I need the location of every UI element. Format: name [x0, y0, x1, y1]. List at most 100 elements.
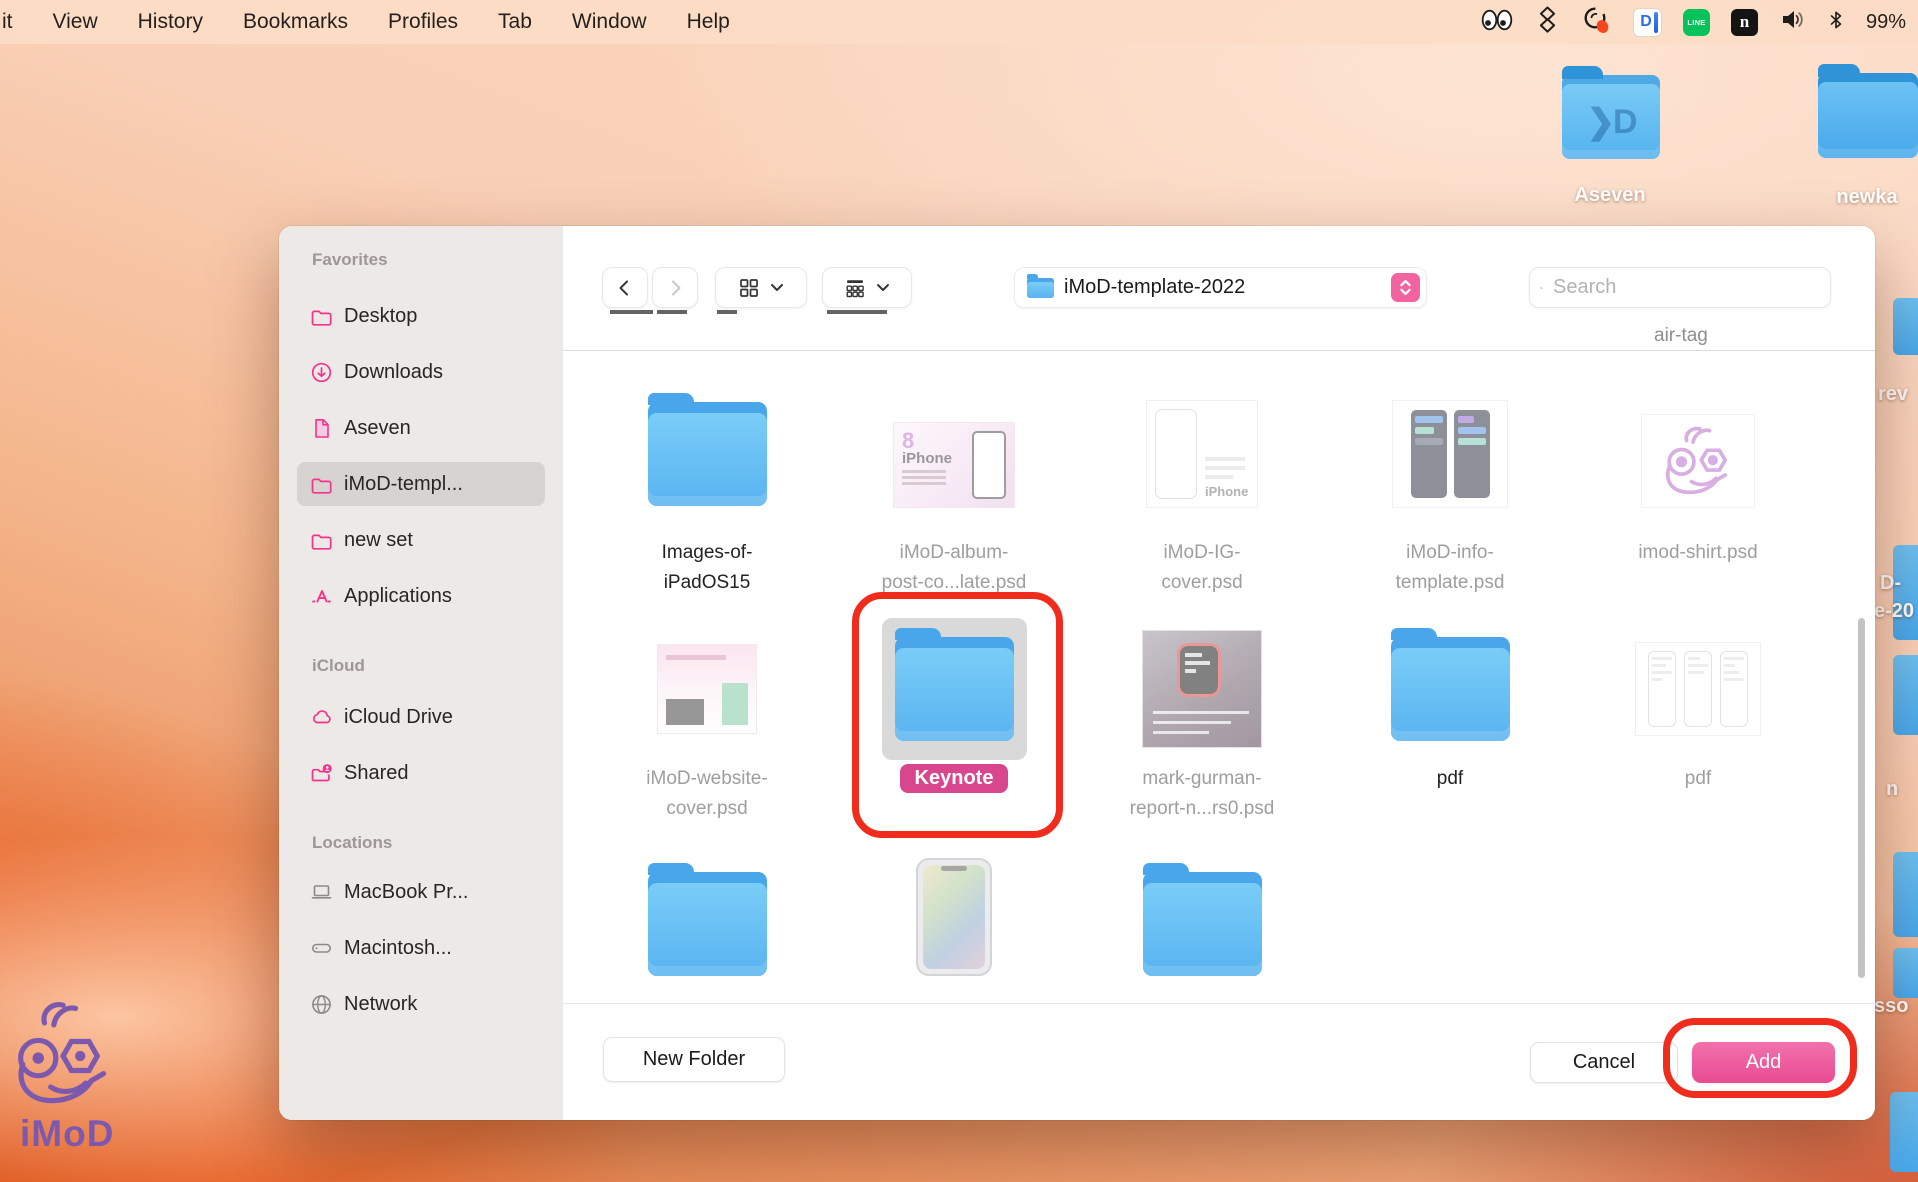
- shared-folder-icon: [310, 762, 333, 785]
- file-item-imod-album-psd[interactable]: 8iPhone iMoD-album-post-co...late.psd: [854, 392, 1054, 598]
- desktop-icon-aseven[interactable]: ❯D: [1562, 75, 1660, 159]
- image-thumbnail: [916, 858, 992, 976]
- folder-emboss-logo: ❯D: [1562, 84, 1660, 159]
- sidebar-item-applications[interactable]: Applications: [297, 574, 545, 618]
- sidebar-item-label: Applications: [344, 585, 452, 608]
- clipped-desktop-label: sso: [1874, 995, 1908, 1018]
- sidebar-item-imod-template[interactable]: iMoD-templ...: [297, 462, 545, 506]
- file-item-images-of-ipados15[interactable]: Images-of-iPadOS15: [607, 392, 807, 598]
- sidebar-item-shared[interactable]: Shared: [297, 751, 545, 795]
- file-item-pdf-document[interactable]: pdf: [1598, 618, 1798, 794]
- file-item-folder[interactable]: [1102, 856, 1302, 976]
- folder-icon: [310, 305, 333, 328]
- clipped-desktop-folder[interactable]: [1890, 1092, 1918, 1172]
- volume-icon[interactable]: [1779, 6, 1806, 38]
- menu-item-history[interactable]: History: [138, 10, 203, 34]
- sidebar-item-label: Desktop: [344, 305, 417, 328]
- line-app-icon[interactable]: LINE: [1683, 9, 1710, 36]
- clipped-file-label: air-tag: [1654, 325, 1708, 347]
- sidebar-section-locations: Locations: [312, 833, 392, 853]
- menu-item-edit-partial[interactable]: it: [2, 10, 13, 34]
- location-dropdown[interactable]: iMoD-template-2022: [1014, 267, 1427, 308]
- toolbar-divider: [563, 350, 1875, 351]
- psd-thumbnail: [657, 644, 757, 734]
- file-item-imod-info-template-psd[interactable]: iMoD-info-template.psd: [1350, 392, 1550, 598]
- annotation-circle-add: [1663, 1018, 1857, 1098]
- file-name: Images-of-: [662, 538, 753, 568]
- file-item-mark-gurman-psd[interactable]: mark-gurman-report-n...rs0.psd: [1102, 618, 1302, 824]
- menu-item-profiles[interactable]: Profiles: [388, 10, 458, 34]
- sidebar-item-network[interactable]: Network: [297, 982, 545, 1026]
- menu-item-bookmarks[interactable]: Bookmarks: [243, 10, 348, 34]
- eyes-icon[interactable]: [1480, 7, 1514, 38]
- dropdown-stepper-icon: [1391, 273, 1420, 302]
- file-name: iPadOS15: [662, 568, 753, 598]
- clipped-label-fragment: [657, 310, 687, 314]
- sidebar-item-aseven[interactable]: Aseven: [297, 406, 545, 450]
- sidebar-item-label: Downloads: [344, 361, 443, 384]
- location-dropdown-value: iMoD-template-2022: [1064, 276, 1391, 299]
- clipped-desktop-folder[interactable]: [1893, 948, 1918, 998]
- sidebar-item-downloads[interactable]: Downloads: [297, 350, 545, 394]
- forward-button[interactable]: [652, 267, 698, 308]
- documents-app-icon[interactable]: D: [1633, 8, 1662, 37]
- psd-thumbnail: 8iPhone: [893, 422, 1015, 508]
- notion-app-icon[interactable]: n: [1731, 9, 1758, 36]
- menu-item-tab[interactable]: Tab: [498, 10, 532, 34]
- imod-mascot-logo: [8, 998, 112, 1114]
- file-item-imod-shirt-psd[interactable]: imod-shirt.psd: [1598, 392, 1798, 568]
- sidebar-item-label: MacBook Pr...: [344, 881, 469, 904]
- file-name: pdf: [1685, 764, 1711, 794]
- clipped-desktop-label: D-: [1880, 572, 1901, 595]
- sidebar-item-label: new set: [344, 529, 413, 552]
- menu-item-window[interactable]: Window: [572, 10, 647, 34]
- chevron-down-icon: [770, 283, 784, 293]
- chevron-down-icon: [876, 283, 890, 293]
- search-input[interactable]: [1551, 275, 1820, 300]
- file-item-imod-website-cover-psd[interactable]: iMoD-website-cover.psd: [607, 618, 807, 824]
- file-name: cover.psd: [1161, 568, 1242, 598]
- psd-thumbnail: [1641, 414, 1755, 508]
- back-button[interactable]: [602, 267, 648, 308]
- clipped-desktop-label: n: [1886, 778, 1898, 801]
- icon-view-button[interactable]: [715, 267, 807, 308]
- new-folder-button[interactable]: New Folder: [603, 1037, 785, 1082]
- desktop-icon-label: Aseven: [1552, 184, 1668, 207]
- clipped-label-fragment: [610, 310, 653, 314]
- bluetooth-icon[interactable]: [1827, 7, 1845, 38]
- download-icon: [310, 361, 333, 384]
- menu-item-view[interactable]: View: [53, 10, 98, 34]
- tweetbot-icon[interactable]: [1581, 5, 1612, 40]
- clipped-desktop-folder[interactable]: [1893, 852, 1918, 937]
- search-field[interactable]: [1529, 267, 1831, 308]
- folder-icon: [1818, 73, 1918, 158]
- vertical-scrollbar[interactable]: [1858, 618, 1865, 978]
- clipped-desktop-folder[interactable]: [1893, 298, 1918, 355]
- sidebar-item-new-set[interactable]: new set: [297, 518, 545, 562]
- file-name: iMoD-info-: [1396, 538, 1505, 568]
- clipped-label-fragment: [827, 310, 887, 314]
- sidebar-item-desktop[interactable]: Desktop: [297, 294, 545, 338]
- file-item-iphone-image[interactable]: [854, 856, 1054, 976]
- sidebar-item-label: iMoD-templ...: [344, 473, 463, 496]
- clipped-desktop-folder[interactable]: [1893, 655, 1918, 735]
- file-item-folder[interactable]: [607, 856, 807, 976]
- sidebar-item-macbook[interactable]: MacBook Pr...: [297, 870, 545, 914]
- psd-thumbnail: [1142, 630, 1262, 748]
- folder-icon: [310, 473, 333, 496]
- desktop-icon-newka[interactable]: [1818, 73, 1918, 158]
- battery-percentage[interactable]: 99%: [1866, 11, 1906, 34]
- file-item-imod-ig-cover-psd[interactable]: iPhone iMoD-IG-cover.psd: [1102, 392, 1302, 598]
- group-view-button[interactable]: [822, 267, 912, 308]
- folder-icon: [1143, 872, 1262, 976]
- menu-item-help[interactable]: Help: [687, 10, 730, 34]
- cancel-button[interactable]: Cancel: [1530, 1042, 1678, 1083]
- globe-icon: [310, 993, 333, 1016]
- open-file-dialog: Favorites Desktop Downloads Aseven iMoD-…: [279, 226, 1875, 1120]
- file-item-pdf-folder[interactable]: pdf: [1350, 618, 1550, 794]
- desktop-icon-label: newka: [1824, 186, 1910, 209]
- layers-stack-icon[interactable]: [1535, 5, 1560, 39]
- folder-icon: ❯D: [1562, 75, 1660, 159]
- sidebar-item-macintosh-hd[interactable]: Macintosh...: [297, 926, 545, 970]
- sidebar-item-icloud-drive[interactable]: iCloud Drive: [297, 695, 545, 739]
